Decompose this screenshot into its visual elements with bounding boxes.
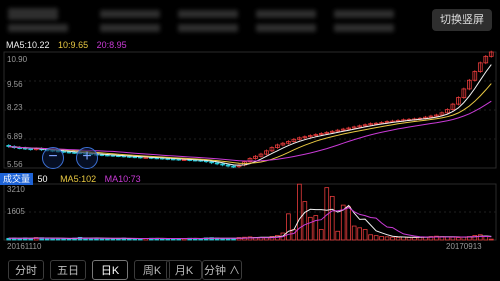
volume-bar [379, 236, 384, 241]
tab-minute[interactable]: 分钟 ∧ [202, 260, 242, 280]
volume-bar [291, 229, 297, 241]
date-start: 20161110 [7, 242, 42, 251]
volume-bar [302, 201, 308, 241]
price-tick-1: 9.56 [7, 80, 23, 89]
volume-bar [395, 236, 401, 241]
volume-tick-1: 1605 [7, 207, 25, 216]
volume-bar [335, 230, 341, 241]
tab-daily-k[interactable]: 日K [92, 260, 128, 280]
volume-bar [313, 215, 319, 241]
volume-ma5-line [8, 204, 492, 240]
volume-bar [362, 229, 368, 241]
volume-ma10: MA10:73 [104, 174, 141, 184]
zoom-out-button[interactable]: − [42, 147, 64, 169]
candle-body [231, 165, 236, 168]
volume-bar [351, 225, 357, 241]
volume-bar [368, 234, 373, 241]
date-end: 20170913 [446, 242, 482, 251]
price-tick-3: 6.89 [7, 132, 23, 141]
price-tick-4: 5.56 [7, 160, 23, 169]
candle-body [105, 154, 110, 157]
tab-five-day[interactable]: 五日 [50, 260, 86, 280]
zoom-in-button[interactable]: + [76, 147, 98, 169]
volume-bar [357, 227, 362, 241]
volume-bar [17, 238, 23, 241]
volume-bar [50, 238, 55, 241]
volume-bar [412, 237, 417, 241]
volume-bar [406, 236, 412, 241]
tab-intraday[interactable]: 分时 [8, 260, 44, 280]
price-tick-0: 10.90 [7, 55, 28, 64]
period-tabs: 分时 五日 日K 周K 月K 分钟 ∧ [0, 257, 500, 281]
price-tick-2: 8.23 [7, 103, 23, 112]
volume-bar [477, 234, 483, 241]
candle-body [220, 163, 225, 166]
candle-body [28, 148, 33, 151]
volume-bar [329, 195, 335, 241]
candle-body [214, 162, 220, 165]
volume-bar [373, 235, 379, 241]
volume-bar [307, 216, 313, 241]
volume-label[interactable]: 成交量 [0, 173, 34, 185]
candle-body [209, 161, 214, 164]
tab-weekly-k[interactable]: 周K [134, 260, 170, 280]
candle-body [225, 164, 231, 167]
candle-body [170, 158, 176, 161]
volume-value: 50 [37, 174, 48, 184]
volume-bar [286, 213, 291, 241]
volume-bar [231, 238, 236, 241]
volume-bar [456, 237, 461, 241]
volume-ma5: MA5:102 [60, 174, 97, 184]
candle-body [66, 151, 72, 154]
volume-legend: 成交量 50 MA5:102 MA10:73 [0, 173, 141, 185]
volume-bar [225, 238, 231, 241]
volume-tick-0: 3210 [7, 185, 25, 194]
kline-chart[interactable] [0, 0, 500, 257]
volume-bar [318, 229, 324, 241]
tab-monthly-k[interactable]: 月K [166, 260, 202, 280]
